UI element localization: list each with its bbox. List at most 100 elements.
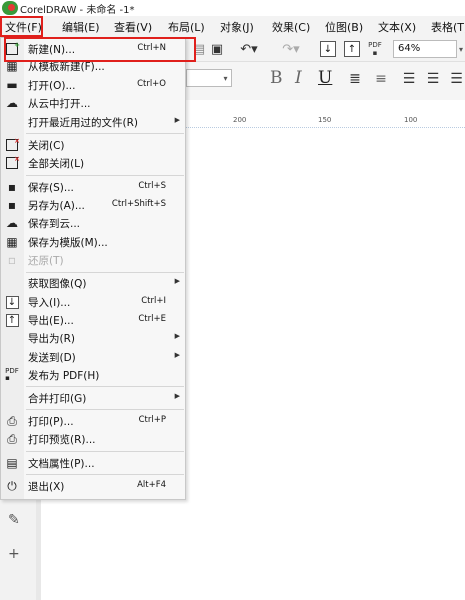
menu-item-shortcut: Ctrl+E [138,314,166,324]
menu-item-save-as[interactable]: ▪ 另存为(A)... Ctrl+Shift+S [1,196,185,214]
menu-separator [26,409,184,410]
ruler-tick: 200 [233,116,247,124]
title-bar: CorelDRAW - 未命名 -1* [0,0,465,16]
menu-text[interactable]: 文本(X) [378,19,416,35]
menu-item-label: 保存为模版(M)... [28,237,108,249]
add-tool-icon[interactable]: + [8,546,20,562]
import-toolbar-icon[interactable]: ↓ [320,41,336,57]
paste-icon[interactable]: ▣ [210,41,224,57]
bold-icon[interactable]: B [270,68,283,88]
menu-item-close-all[interactable]: × 全部关闭(L) [1,154,185,172]
menu-item-export-for[interactable]: 导出为(R) ▶ [1,329,185,347]
submenu-arrow-icon: ▶ [174,277,180,285]
menu-item-print[interactable]: ⎙ 打印(P)... Ctrl+P [1,412,185,430]
submenu-arrow-icon: ▶ [174,392,180,400]
menu-separator [26,451,184,452]
text-properties-icon[interactable]: ☰ [448,70,465,88]
coreldraw-logo-icon [2,1,18,15]
menu-item-label: 还原(T) [28,255,64,267]
menu-item-label: 发送到(D) [28,352,76,364]
menu-item-acquire-image[interactable]: 获取图像(Q) ▶ [1,274,185,292]
bullet-list-icon[interactable]: ☰ [400,70,418,88]
italic-icon[interactable]: I [295,68,302,88]
print-icon: ⎙ [7,413,17,428]
menu-item-label: 导入(I)... [28,297,71,309]
undo-icon[interactable]: ↶▾ [236,40,262,58]
numbered-list-icon[interactable]: ☰ [424,70,442,88]
menu-separator [26,386,184,387]
zoom-dropdown-icon[interactable]: ▾ [457,40,465,58]
menu-item-label: 另存为(A)... [28,200,85,212]
menu-item-label: 合并打印(G) [28,393,87,405]
save-as-icon: ▪ [7,198,17,212]
close-all-icon: × [4,155,20,171]
menu-item-shortcut: Alt+F4 [137,480,166,490]
menu-item-open-from-cloud[interactable]: ☁ 从云中打开... [1,94,185,112]
import-icon: ↓ [4,294,20,310]
menu-item-label: 打印预览(R)... [28,434,96,446]
menu-item-publish-pdf[interactable]: PDF ▪ 发布为 PDF(H) [1,366,185,384]
menu-bitmaps[interactable]: 位图(B) [325,19,363,35]
menu-object[interactable]: 对象(J) [220,19,254,35]
menu-view[interactable]: 查看(V) [114,19,152,35]
menu-item-revert: ▫ 还原(T) [1,251,185,269]
file-menu-highlight [0,16,43,37]
export-toolbar-icon[interactable]: ↑ [344,41,360,57]
menu-item-print-merge[interactable]: 合并打印(G) ▶ [1,389,185,407]
menu-item-import[interactable]: ↓ 导入(I)... Ctrl+I [1,293,185,311]
menu-item-export[interactable]: ↑ 导出(E)... Ctrl+E [1,311,185,329]
menu-item-label: 保存(S)... [28,182,74,194]
text-align-center-icon[interactable]: ≡ [372,70,390,88]
menu-effects[interactable]: 效果(C) [272,19,310,35]
menu-item-label: 打印(P)... [28,416,74,428]
menu-item-save-as-template[interactable]: ▦ 保存为模版(M)... [1,233,185,251]
publish-pdf-toolbar-icon[interactable]: PDF ▪ [365,40,385,58]
menu-item-label: 发布为 PDF(H) [28,370,100,382]
menu-edit[interactable]: 编辑(E) [62,19,100,35]
menu-item-label: 打开(O)... [28,80,76,92]
menu-item-label: 关闭(C) [28,140,65,152]
cloud-open-icon: ☁ [6,96,18,110]
menu-item-shortcut: Ctrl+P [138,415,166,425]
menu-item-label: 导出为(R) [28,333,75,345]
menu-item-print-preview[interactable]: ⎙ 打印预览(R)... [1,430,185,448]
menu-item-close[interactable]: × 关闭(C) [1,136,185,154]
menu-table[interactable]: 表格(T) [431,19,465,35]
menu-item-shortcut: Ctrl+Shift+S [111,199,166,209]
underline-icon[interactable]: U [318,68,332,88]
new-item-highlight [4,37,196,62]
menu-item-shortcut: Ctrl+I [141,296,166,306]
menu-item-open[interactable]: ▬ 打开(O)... Ctrl+O [1,76,185,94]
menu-item-exit[interactable]: ⏻ 退出(X) Alt+F4 [1,477,185,495]
menu-item-shortcut: Ctrl+O [137,79,166,89]
save-icon: ▪ [7,180,17,194]
document-properties-icon: ▤ [6,456,18,470]
menu-item-send-to[interactable]: 发送到(D) ▶ [1,348,185,366]
text-align-icon[interactable]: ≣ [346,70,364,88]
menu-item-label: 打开最近用过的文件(R) [28,117,138,129]
pen-tool-icon[interactable]: ✎ [8,512,20,528]
print-preview-icon: ⎙ [7,431,17,446]
menu-item-open-recent[interactable]: 打开最近用过的文件(R) ▶ [1,113,185,131]
ruler-tick: 150 [318,116,332,124]
ruler-tick: 100 [404,116,418,124]
menu-separator [26,133,184,134]
menu-item-label: 退出(X) [28,481,65,493]
menu-separator [26,474,184,475]
menu-item-save-to-cloud[interactable]: ☁ 保存到云... [1,214,185,232]
font-name-input[interactable] [186,69,222,87]
export-icon: ↑ [4,312,20,328]
revert-icon: ▫ [7,253,17,267]
submenu-arrow-icon: ▶ [174,351,180,359]
redo-icon[interactable]: ↷▾ [278,40,304,58]
file-menu-dropdown: + 新建(N)... Ctrl+N ▦ 从模板新建(F)... ▬ 打开(O).… [0,37,186,500]
submenu-arrow-icon: ▶ [174,332,180,340]
menu-item-document-properties[interactable]: ▤ 文档属性(P)... [1,454,185,472]
menu-item-shortcut: Ctrl+S [138,181,166,191]
menu-layout[interactable]: 布局(L) [168,19,205,35]
font-dropdown-icon[interactable]: ▾ [220,69,232,87]
cloud-save-icon: ☁ [6,216,18,230]
menu-item-save[interactable]: ▪ 保存(S)... Ctrl+S [1,178,185,196]
zoom-level-select[interactable]: 64% [393,40,457,58]
menu-item-label: 保存到云... [28,218,81,230]
